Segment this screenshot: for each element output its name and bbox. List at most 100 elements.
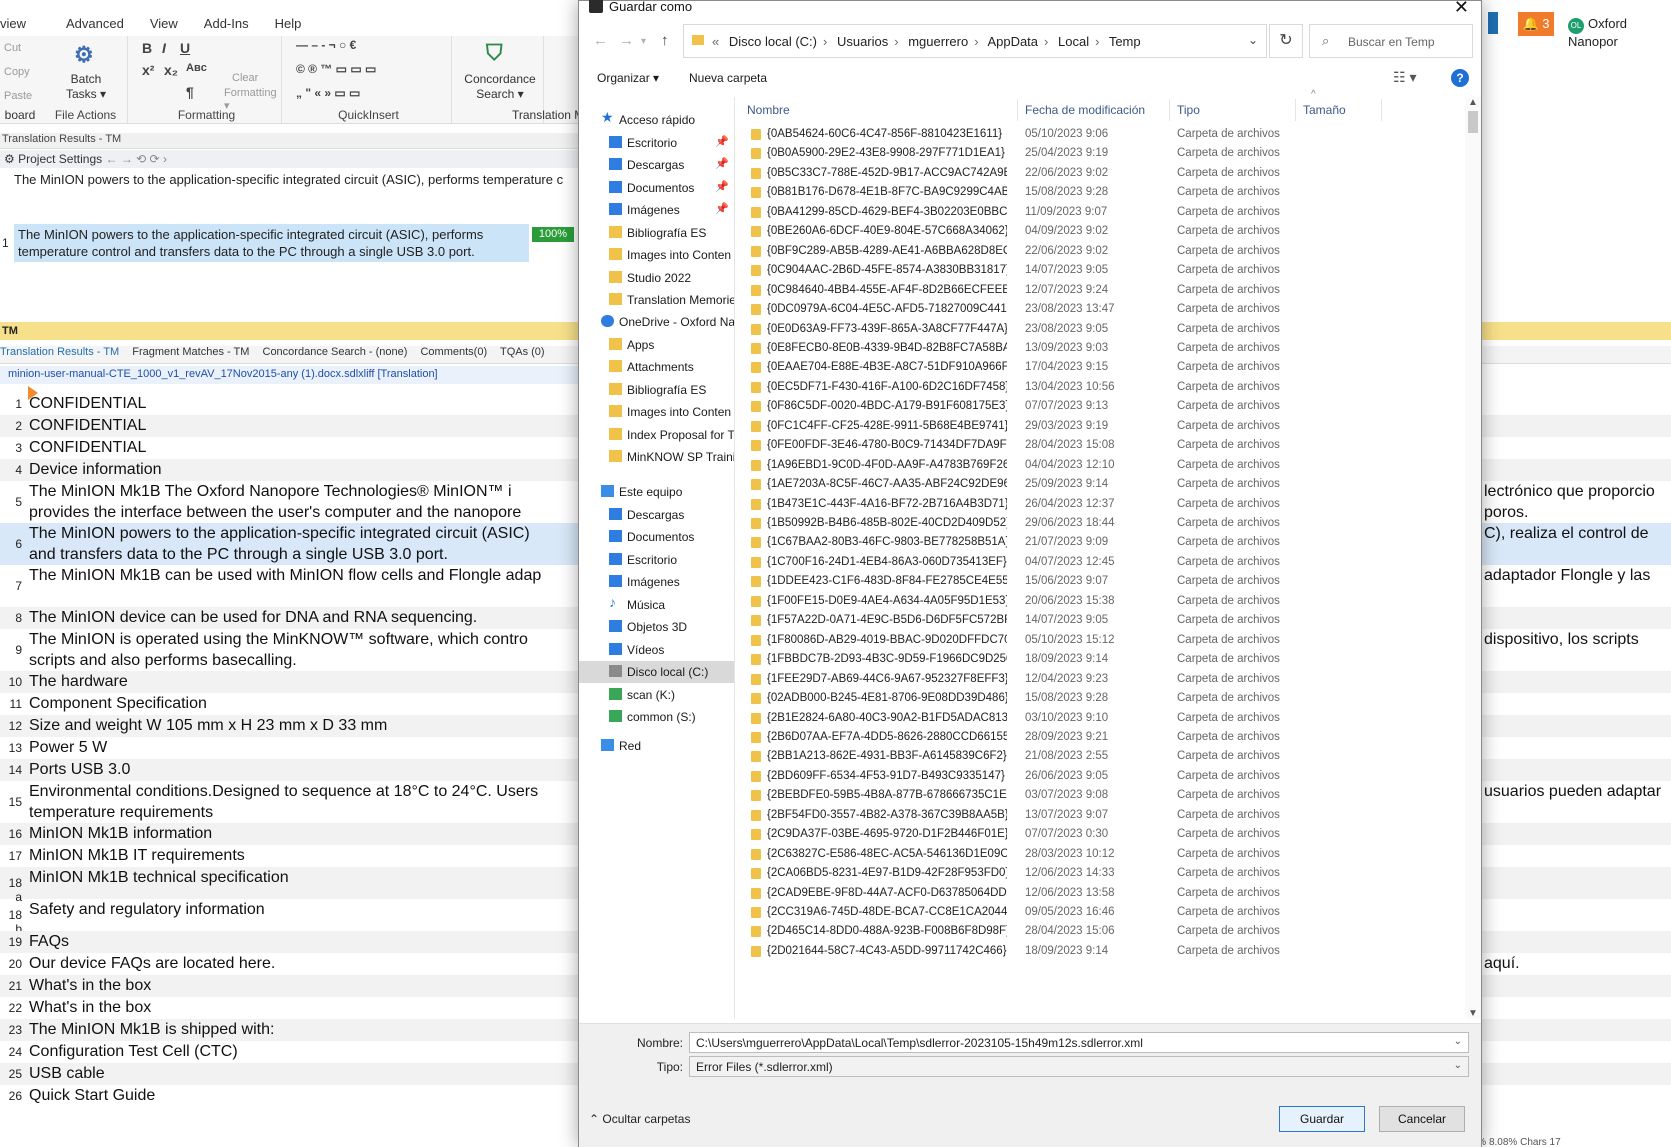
scroll-up-icon[interactable]: ▲: [1468, 97, 1478, 108]
superscript-icon[interactable]: x²: [142, 62, 154, 78]
file-row[interactable]: {2BB1A213-862E-4931-BB3F-A6145839C6F2} 21…: [739, 747, 1453, 767]
menu-help[interactable]: Help: [275, 12, 320, 38]
segment-source[interactable]: Environmental conditions.Designed to seq…: [29, 781, 577, 823]
address-bar[interactable]: « Disco local (C:) › Usuarios › mguerrero ›…: [683, 24, 1267, 58]
nav-item[interactable]: MinKNOW SP Trainir: [579, 446, 734, 468]
nav-item[interactable]: Escritorio: [579, 549, 734, 571]
underline-icon[interactable]: U: [180, 40, 190, 56]
project-settings-label[interactable]: Project Settings: [18, 152, 102, 166]
segment-source[interactable]: What's in the box: [29, 997, 577, 1018]
segment-target[interactable]: C), realiza el control de: [1484, 523, 1671, 544]
segment-source[interactable]: CONFIDENTIAL: [29, 415, 577, 436]
save-button[interactable]: Guardar: [1279, 1106, 1365, 1132]
column-divider[interactable]: [1381, 99, 1382, 121]
column-name[interactable]: Nombre: [747, 103, 790, 117]
tasks-label[interactable]: Tasks ▾: [44, 87, 128, 102]
file-row[interactable]: {0B0A5900-29E2-43E8-9908-297F771D1EA1} 25…: [739, 144, 1453, 164]
file-row[interactable]: {2D465C14-8DD0-488A-923B-F008B6F8D98F} 28…: [739, 922, 1453, 942]
file-row[interactable]: {1B473E1C-443F-4A16-BF72-2B716A4B3D71} 26…: [739, 495, 1453, 515]
nav-item[interactable]: Descargas 📌: [579, 154, 734, 176]
file-row[interactable]: {2BF54FD0-3557-4B82-A378-367C39B8AA5B} 13…: [739, 806, 1453, 826]
chevron-right-icon[interactable]: ›: [974, 34, 978, 49]
file-row[interactable]: {1F57A22D-0A71-4E9C-B5D6-D6DF5FC572BF} 14…: [739, 611, 1453, 631]
nav-item[interactable]: Documentos 📌: [579, 177, 734, 199]
breadcrumb-overflow-icon[interactable]: «: [712, 34, 719, 49]
menu-advanced[interactable]: Advanced: [66, 12, 142, 38]
chevron-down-icon[interactable]: ⌄: [1454, 1036, 1462, 1047]
segment-source[interactable]: MinION Mk1B technical specification: [29, 867, 577, 888]
file-row[interactable]: {1B50992B-B4B6-485B-802E-40CD2D409D52} 29…: [739, 514, 1453, 534]
file-row[interactable]: {1F00FE15-D0E9-4AE4-A634-4A05F95D1E53} 20…: [739, 592, 1453, 612]
segment-source[interactable]: The MinION powers to the application-spe…: [29, 523, 577, 565]
segment-source[interactable]: Our device FAQs are located here.: [29, 953, 577, 974]
segment-source[interactable]: Size and weight W 105 mm x H 23 mm x D 3…: [29, 715, 577, 736]
nav-item[interactable]: Apps: [579, 334, 734, 356]
search-input[interactable]: ⌕ Buscar en Temp: [1309, 24, 1473, 58]
nav-item[interactable]: OneDrive - Oxford Na: [579, 311, 734, 333]
tab-concordance-search[interactable]: Concordance Search - (none): [263, 346, 408, 358]
segment-source[interactable]: MinION Mk1B IT requirements: [29, 845, 577, 866]
italic-icon[interactable]: I: [162, 40, 166, 56]
file-type-select[interactable]: Error Files (*.sdlerror.xml) ⌄: [689, 1056, 1469, 1077]
nav-item[interactable]: Documentos: [579, 526, 734, 548]
pin-icon[interactable]: 📌: [715, 157, 729, 170]
nav-item[interactable]: Images into Conten: [579, 401, 734, 423]
scroll-down-icon[interactable]: ▼: [1468, 1008, 1478, 1019]
file-row[interactable]: {0E0D63A9-FF73-439F-865A-3A8CF77F447A} 23…: [739, 320, 1453, 340]
menu-add-ins[interactable]: Add-Ins: [204, 12, 267, 38]
column-divider[interactable]: [1295, 99, 1296, 121]
close-icon[interactable]: ✕: [1454, 0, 1469, 18]
breadcrumb-item[interactable]: Disco local (C:): [729, 34, 817, 49]
tab-fragment-matches[interactable]: Fragment Matches - TM: [132, 346, 249, 358]
concordance-label[interactable]: Concordance: [456, 72, 544, 87]
breadcrumb-item[interactable]: Usuarios: [837, 34, 888, 49]
segment-source[interactable]: Ports USB 3.0: [29, 759, 577, 780]
chevron-right-icon[interactable]: ›: [1095, 34, 1099, 49]
nav-item[interactable]: Escritorio 📌: [579, 132, 734, 154]
pilcrow-icon[interactable]: ¶: [186, 84, 194, 100]
new-folder-button[interactable]: Nueva carpeta: [689, 71, 767, 85]
segment-source[interactable]: What's in the box: [29, 975, 577, 996]
file-row[interactable]: {0C984640-4BB4-455E-AF4F-8D2B66ECFEEE} 12…: [739, 281, 1453, 301]
menu-view-partial[interactable]: view: [0, 12, 44, 38]
column-date[interactable]: Fecha de modificación: [1025, 103, 1145, 117]
file-row[interactable]: {0B5C33C7-788E-452D-9B17-ACC9AC742A9E} 22…: [739, 164, 1453, 184]
file-row[interactable]: {0C904AAC-2B6D-45FE-8574-A3830BB31817} 14…: [739, 261, 1453, 281]
file-row[interactable]: {0BF9C289-AB5B-4289-AE41-A6BBA628D8EC} 22…: [739, 242, 1453, 262]
file-row[interactable]: {2BEBDFE0-59B5-4B8A-877B-678666735C1E} 03…: [739, 786, 1453, 806]
segment-target[interactable]: usuarios pueden adaptar: [1484, 781, 1671, 802]
file-row[interactable]: {0DC0979A-6C04-4E5C-AFD5-71827009C441} 23…: [739, 300, 1453, 320]
paste-button[interactable]: Paste: [4, 90, 32, 102]
file-row[interactable]: {0BA41299-85CD-4629-BEF4-3B02203E0BBC} 11…: [739, 203, 1453, 223]
file-row[interactable]: {0B81B176-D678-4E1B-8F7C-BA9C9299C4AB} 15…: [739, 183, 1453, 203]
file-list-scrollbar[interactable]: ▲ ▼: [1465, 97, 1481, 1019]
chevron-right-icon[interactable]: ›: [1044, 34, 1048, 49]
help-icon[interactable]: ?: [1451, 69, 1469, 87]
nav-item[interactable]: Disco local (C:): [579, 661, 734, 683]
organize-button[interactable]: Organizar ▾: [597, 71, 659, 85]
nav-item[interactable]: Bibliografía ES: [579, 222, 734, 244]
segment-source[interactable]: The MinION Mk1B The Oxford Nanopore Tech…: [29, 481, 577, 523]
breadcrumb-item[interactable]: Temp: [1109, 34, 1141, 49]
nav-item[interactable]: common (S:): [579, 706, 734, 728]
nav-item[interactable]: Imágenes: [579, 571, 734, 593]
nav-item[interactable]: Este equipo: [579, 481, 734, 503]
file-row[interactable]: {02ADB000-B245-4E81-8706-9E08DD39D486} 15…: [739, 689, 1453, 709]
nav-item[interactable]: Descargas: [579, 504, 734, 526]
quickinsert-symbols-row3-icon[interactable]: „ " « » ▭ ▭: [296, 86, 360, 100]
settings-icon[interactable]: ⚙: [4, 152, 15, 166]
nav-item[interactable]: Bibliografía ES: [579, 379, 734, 401]
file-row[interactable]: {0FE00FDF-3E46-4780-B0C9-71434DF7DA9F} 28…: [739, 436, 1453, 456]
file-row[interactable]: {2CC319A6-745D-48DE-BCA7-CC8E1CA20445} 09…: [739, 903, 1453, 923]
segment-source[interactable]: The MinION Mk1B is shipped with:: [29, 1019, 577, 1040]
column-divider[interactable]: [1017, 99, 1018, 121]
tm-match-row[interactable]: 1 The MinION powers to the application-s…: [0, 224, 580, 262]
nav-item[interactable]: Studio 2022: [579, 267, 734, 289]
file-row[interactable]: {2CA06BD5-8231-4E97-B1D9-42F28F953FD0} 12…: [739, 864, 1453, 884]
file-row[interactable]: {2C63827C-E586-48EC-AC5A-546136D1E09C} 28…: [739, 845, 1453, 865]
segment-source[interactable]: Device information: [29, 459, 577, 480]
file-row[interactable]: {1AE7203A-8C5F-46C7-AA35-ABF24C92DE96} 25…: [739, 475, 1453, 495]
hide-folders-toggle[interactable]: ⌃ Ocultar carpetas: [589, 1112, 690, 1126]
search-label[interactable]: Search ▾: [456, 87, 544, 102]
nav-item[interactable]: ★ Acceso rápido: [579, 109, 734, 131]
